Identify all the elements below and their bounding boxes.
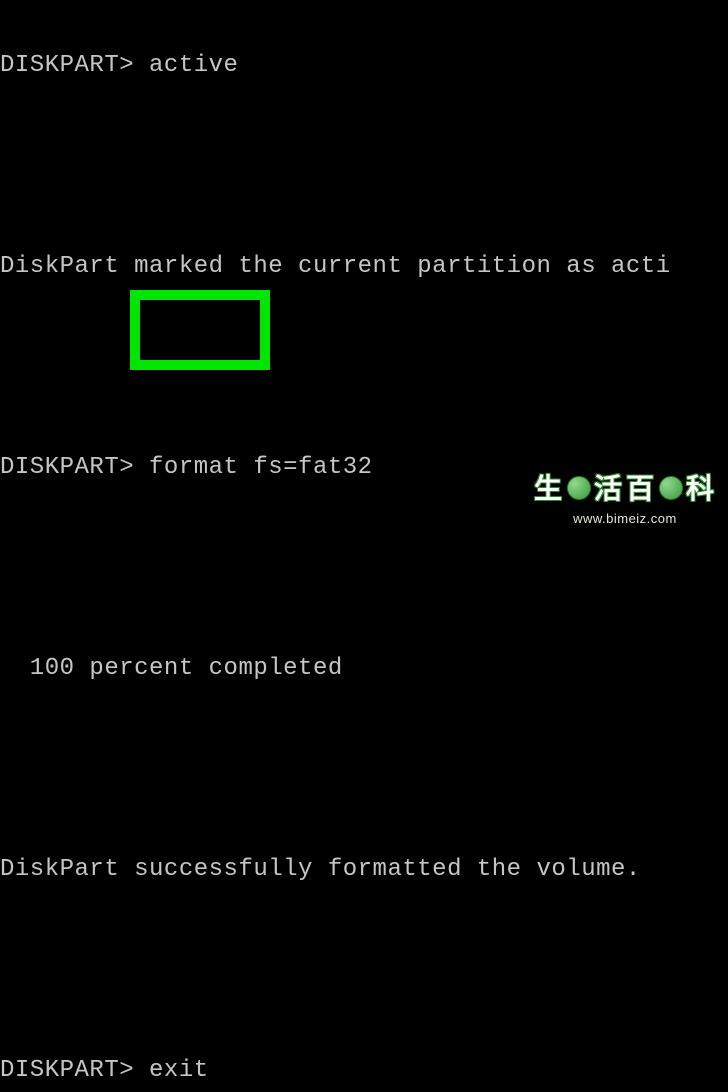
terminal-line-exit: DISKPART> exit <box>0 1054 728 1088</box>
watermark-logo: 生 活 百 科 <box>534 469 716 508</box>
logo-circle-icon <box>567 476 591 500</box>
terminal-line: DiskPart marked the current partition as… <box>0 250 728 284</box>
watermark-url: www.bimeiz.com <box>534 510 716 528</box>
prompt-text: DISKPART> <box>0 1057 149 1084</box>
logo-char: 百 <box>626 469 656 508</box>
exit-command: exit <box>149 1057 209 1084</box>
terminal-line: 100 percent completed <box>0 652 728 686</box>
watermark: 生 活 百 科 www.bimeiz.com <box>534 469 716 528</box>
logo-circle-icon <box>659 476 683 500</box>
logo-char: 科 <box>686 469 716 508</box>
logo-char: 生 <box>534 469 564 508</box>
terminal-output[interactable]: DISKPART> active DiskPart marked the cur… <box>0 0 728 1092</box>
terminal-line: DISKPART> active <box>0 49 728 83</box>
terminal-line: DiskPart successfully formatted the volu… <box>0 853 728 887</box>
logo-char: 活 <box>594 469 624 508</box>
